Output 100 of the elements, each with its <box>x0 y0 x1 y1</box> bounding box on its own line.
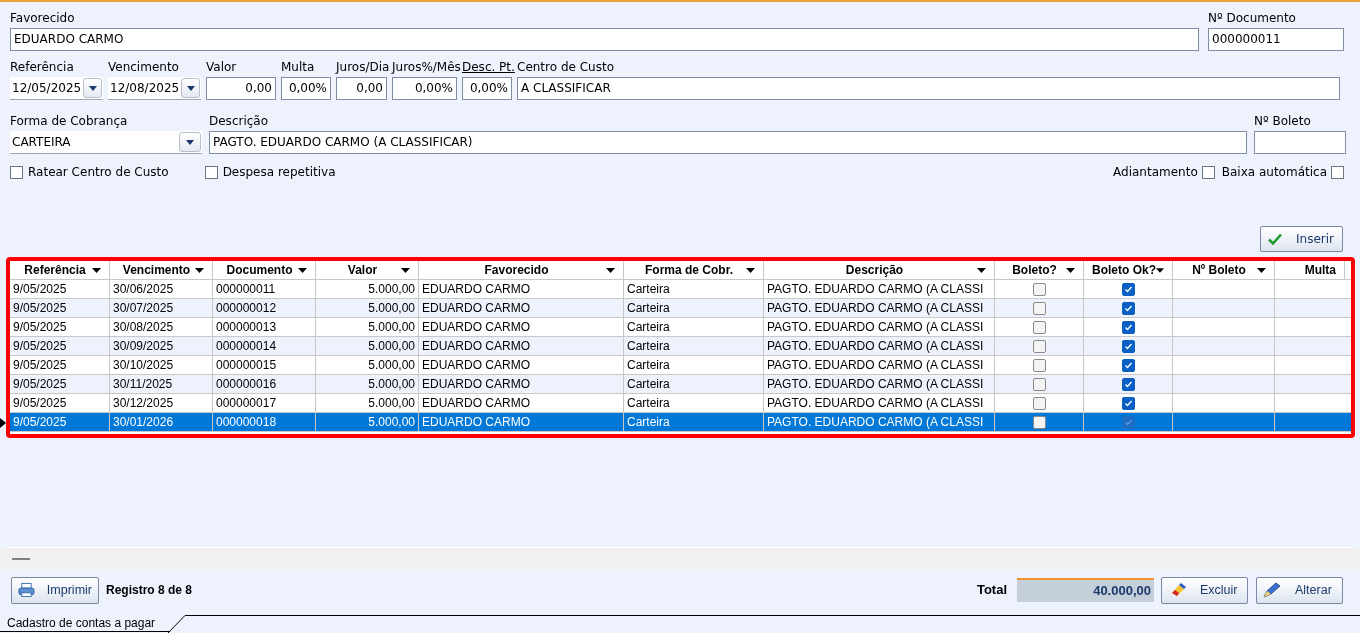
edit-button[interactable]: Alterar <box>1256 576 1343 604</box>
checkbox[interactable] <box>1121 396 1135 410</box>
pen-icon <box>1263 582 1281 598</box>
table-cell: EDUARDO CARMO <box>419 280 624 298</box>
checkbox[interactable] <box>10 165 23 179</box>
sort-caret-icon <box>746 267 755 273</box>
table-cell: 9/05/2025 <box>10 280 110 298</box>
table-cell: Carteira <box>624 318 764 336</box>
input-field[interactable] <box>1254 131 1346 154</box>
table-cell: PAGTO. EDUARDO CARMO (A CLASSI <box>764 413 995 431</box>
checkbox[interactable] <box>1032 320 1046 334</box>
checkbox[interactable] <box>1121 320 1135 334</box>
print-button[interactable]: Imprimir <box>11 576 99 604</box>
table-cell: 000000016 <box>213 375 316 393</box>
checkbox[interactable] <box>1121 339 1135 353</box>
input-field[interactable]: PAGTO. EDUARDO CARMO (A CLASSIFICAR) <box>209 131 1247 154</box>
table-cell: 5.000,00 <box>316 413 419 431</box>
table-cell: 30/12/2025 <box>110 394 213 412</box>
checkbox[interactable] <box>1032 301 1046 315</box>
checkbox[interactable] <box>1032 415 1046 429</box>
table-cell: 9/05/2025 <box>10 375 110 393</box>
field-label: Referência <box>10 60 75 75</box>
table-cell: Carteira <box>624 280 764 298</box>
checkbox[interactable] <box>1032 377 1046 391</box>
dropdown-button[interactable] <box>83 78 102 98</box>
sort-caret-icon <box>401 267 410 273</box>
checkbox-label: Adiantamento <box>1113 164 1198 181</box>
field-label: Desc. Pt. <box>462 60 512 75</box>
checkbox[interactable] <box>1121 415 1135 429</box>
table-row[interactable]: 9/05/2025 30/07/2025 000000012 5.000,00 EDUARDO CARMO Carteira PAGTO. EDUARDO CARMO (A CLASSI <box>10 299 1351 318</box>
input-field[interactable]: A CLASSIFICAR <box>517 77 1340 100</box>
input-field[interactable]: EDUARDO CARMO <box>10 28 1199 51</box>
dropdown-button[interactable] <box>179 132 201 152</box>
checkbox[interactable] <box>1032 396 1046 410</box>
sort-caret-icon <box>1066 267 1075 273</box>
table-cell: 000000013 <box>213 318 316 336</box>
table-cell: 9/05/2025 <box>10 356 110 374</box>
checkmark-icon <box>1268 233 1282 245</box>
table-cell: Carteira <box>624 356 764 374</box>
field-label: Multa <box>281 60 316 75</box>
printer-icon <box>18 582 35 598</box>
input-field[interactable]: 0,00% <box>462 77 512 100</box>
checkbox[interactable] <box>204 165 218 179</box>
table-cell: 9/05/2025 <box>10 394 110 412</box>
dropdown-button[interactable] <box>181 78 200 98</box>
table-cell: PAGTO. EDUARDO CARMO (A CLASSI <box>764 280 995 298</box>
table-row[interactable]: 9/05/2025 30/10/2025 000000015 5.000,00 EDUARDO CARMO Carteira PAGTO. EDUARDO CARMO (A CLASSI <box>10 356 1351 375</box>
sort-caret-icon <box>977 267 986 273</box>
input-field[interactable]: 0,00% <box>392 77 457 100</box>
sort-caret-icon <box>92 267 101 273</box>
delete-button[interactable]: Excluir <box>1161 576 1248 604</box>
table-cell: 000000015 <box>213 356 316 374</box>
input-field[interactable]: 000000011 <box>1208 28 1344 51</box>
insert-button[interactable]: Inserir <box>1260 226 1343 252</box>
checkbox-label: Baixa automática <box>1221 164 1327 181</box>
table-cell: 000000012 <box>213 299 316 317</box>
checkbox-label: Ratear Centro de Custo <box>28 164 169 181</box>
checkbox[interactable] <box>1121 358 1135 372</box>
table-cell: Carteira <box>624 394 764 412</box>
table-cell: Carteira <box>624 413 764 431</box>
table-cell: PAGTO. EDUARDO CARMO (A CLASSI <box>764 318 995 336</box>
table-cell: PAGTO. EDUARDO CARMO (A CLASSI <box>764 299 995 317</box>
table-row[interactable]: 9/05/2025 30/06/2025 000000011 5.000,00 EDUARDO CARMO Carteira PAGTO. EDUARDO CARMO (A CLASSI <box>10 280 1351 299</box>
table-cell: 000000017 <box>213 394 316 412</box>
table-cell: 30/06/2025 <box>110 280 213 298</box>
table-row[interactable]: 9/05/2025 30/12/2025 000000017 5.000,00 EDUARDO CARMO Carteira PAGTO. EDUARDO CARMO (A CLASSI <box>10 394 1351 413</box>
table-cell: 30/10/2025 <box>110 356 213 374</box>
checkbox[interactable] <box>1032 282 1046 296</box>
table-cell: 5.000,00 <box>316 394 419 412</box>
table-cell: 30/09/2025 <box>110 337 213 355</box>
dropdown-field[interactable]: CARTEIRA <box>10 131 202 154</box>
table-cell: Carteira <box>624 375 764 393</box>
checkbox[interactable] <box>1121 377 1135 391</box>
table-cell: 5.000,00 <box>316 280 419 298</box>
dropdown-field[interactable]: 12/05/2025 <box>10 77 103 100</box>
caret-icon <box>88 85 97 91</box>
input-field[interactable]: 0,00% <box>281 77 331 100</box>
checkbox[interactable] <box>1201 165 1215 179</box>
collapse-handle-icon[interactable] <box>12 558 30 560</box>
checkbox[interactable] <box>1121 301 1135 315</box>
checkbox[interactable] <box>1121 282 1135 296</box>
table-row[interactable]: 9/05/2025 30/01/2026 000000018 5.000,00 EDUARDO CARMO Carteira PAGTO. EDUARDO CARMO (A CLASSI <box>10 413 1351 432</box>
checkbox[interactable] <box>1331 165 1344 179</box>
tab[interactable]: Cadastro de contas a pagar <box>0 615 172 632</box>
input-field[interactable]: 0,00 <box>336 77 387 100</box>
caret-icon <box>186 85 195 91</box>
table-cell: 9/05/2025 <box>10 413 110 431</box>
table-cell: 9/05/2025 <box>10 299 110 317</box>
table-row[interactable]: 9/05/2025 30/11/2025 000000016 5.000,00 EDUARDO CARMO Carteira PAGTO. EDUARDO CARMO (A CLASSI <box>10 375 1351 394</box>
checkbox[interactable] <box>1032 358 1046 372</box>
checkbox[interactable] <box>1032 339 1046 353</box>
table-cell: Carteira <box>624 337 764 355</box>
field-label: Juros/Dia <box>336 60 387 75</box>
sort-caret-icon <box>606 267 615 273</box>
dropdown-field[interactable]: 12/08/2025 <box>108 77 201 100</box>
input-field[interactable]: 0,00 <box>206 77 276 100</box>
table-row[interactable]: 9/05/2025 30/08/2025 000000013 5.000,00 EDUARDO CARMO Carteira PAGTO. EDUARDO CARMO (A CLASSI <box>10 318 1351 337</box>
table-cell: Carteira <box>624 299 764 317</box>
total-label: Total <box>976 581 1007 600</box>
table-row[interactable]: 9/05/2025 30/09/2025 000000014 5.000,00 EDUARDO CARMO Carteira PAGTO. EDUARDO CARMO (A CLASSI <box>10 337 1351 356</box>
